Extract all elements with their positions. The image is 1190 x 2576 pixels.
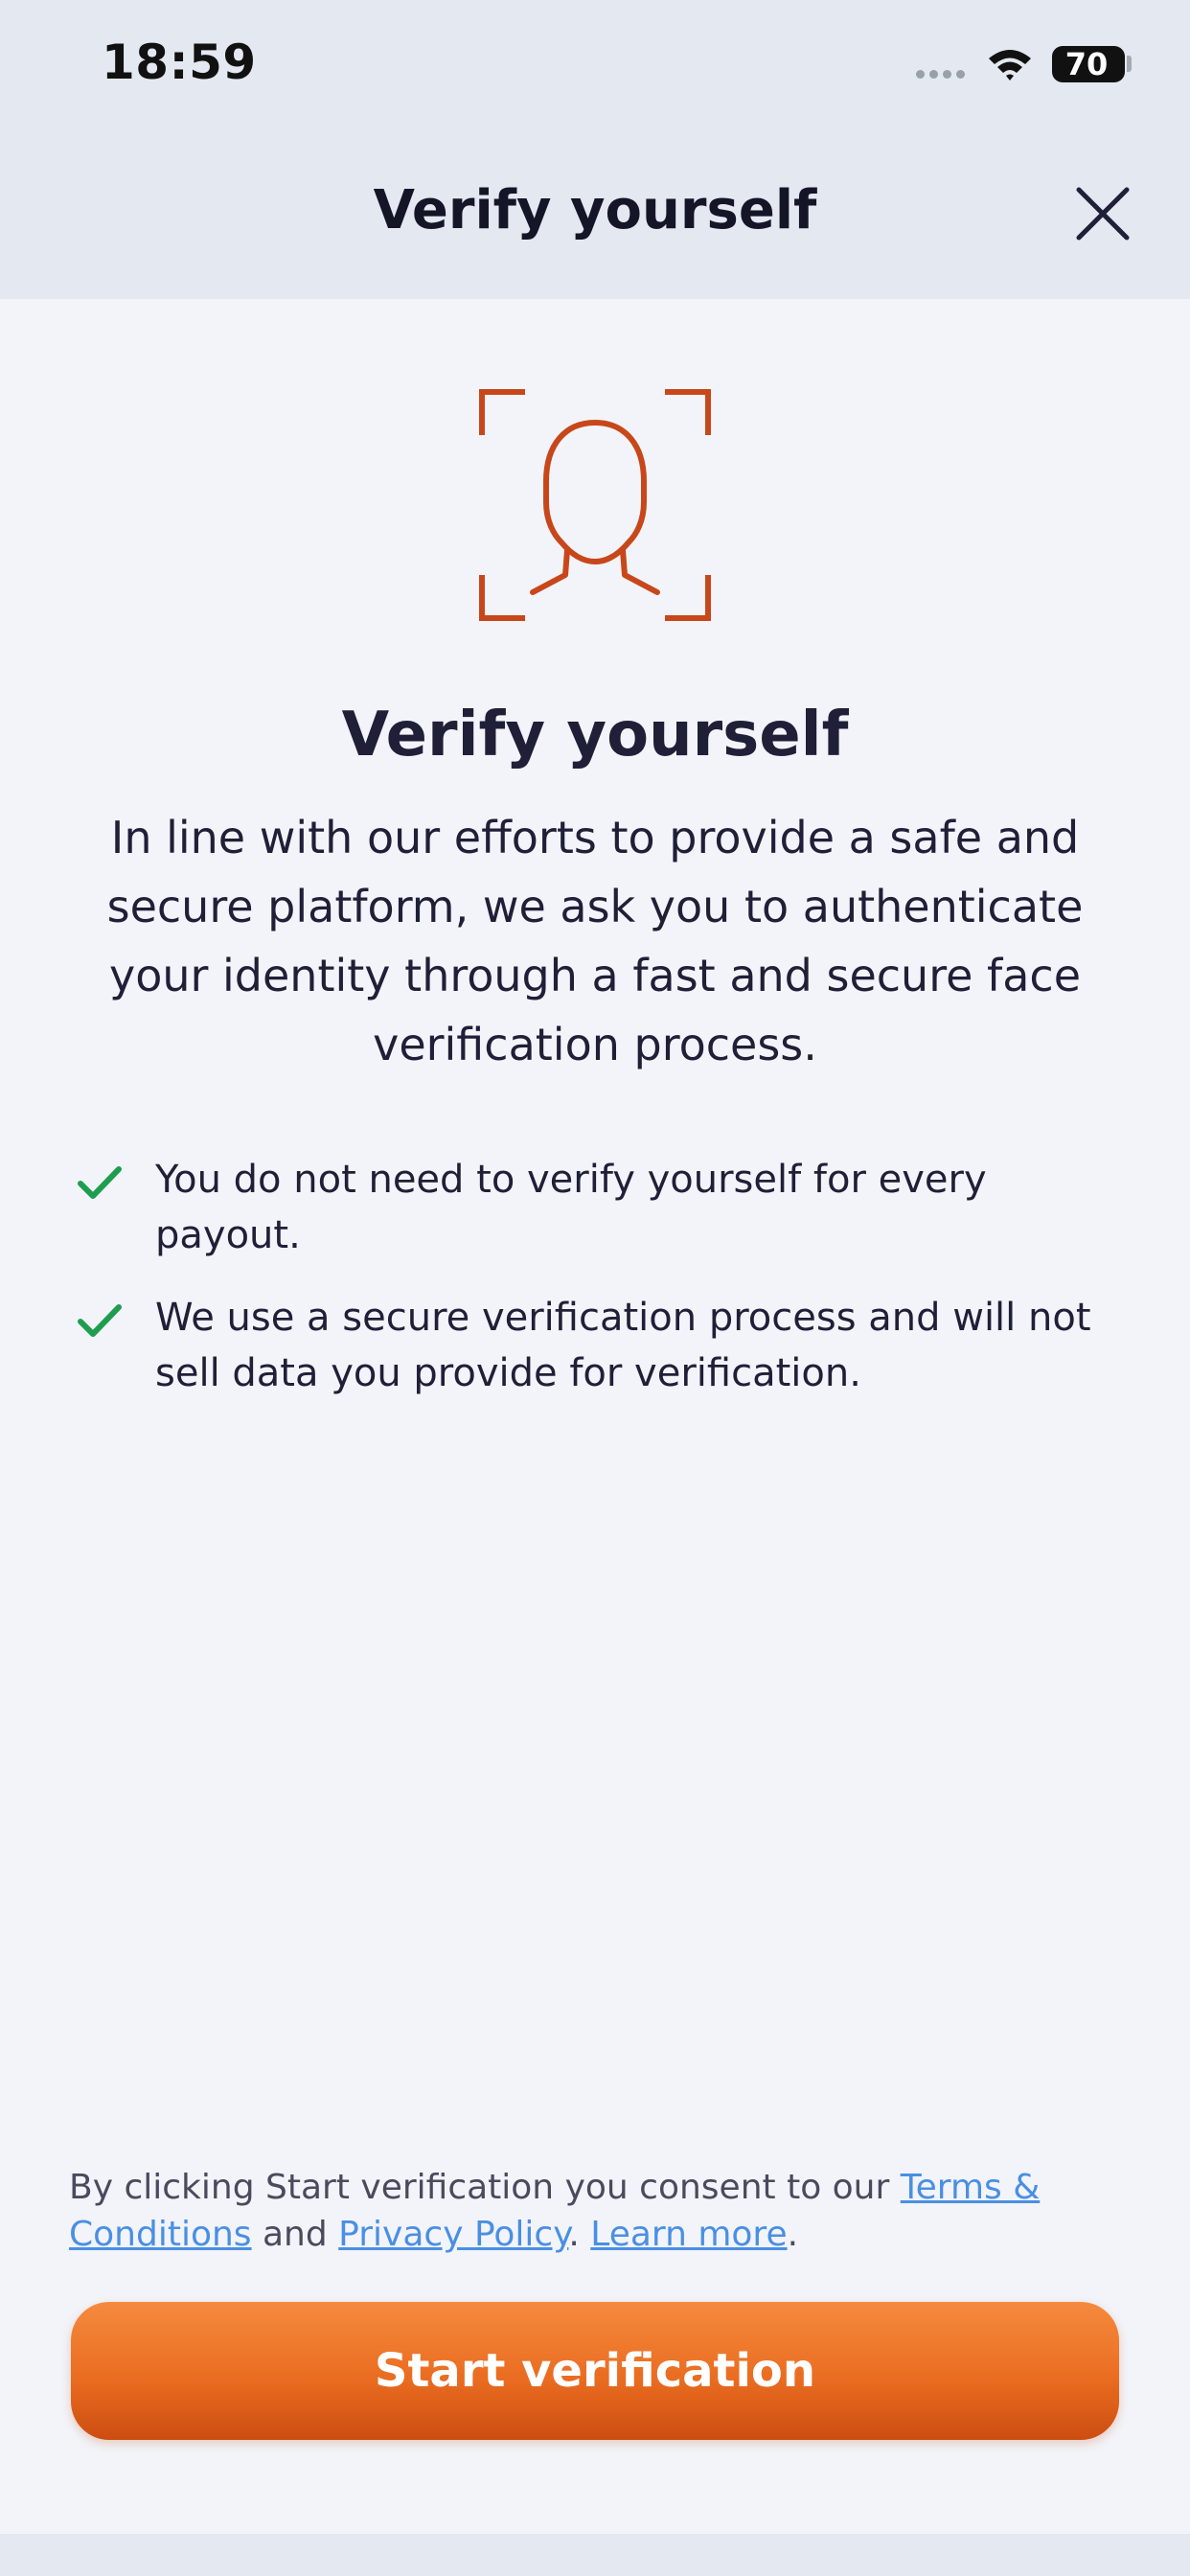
consent-prefix: By clicking Start verification you conse… (69, 2168, 901, 2207)
check-icon (78, 1304, 122, 1337)
list-item-text: You do not need to verify yourself for e… (155, 1158, 987, 1257)
list-item: You do not need to verify yourself for e… (77, 1152, 1121, 1263)
status-bar: 18:59 70 (0, 0, 1190, 134)
wifi-icon (989, 50, 1031, 80)
list-item-text: We use a secure verification process and… (155, 1296, 1091, 1395)
face-scan-icon (479, 389, 711, 621)
battery-icon: 70 (1052, 46, 1125, 82)
consent-and: and (251, 2215, 339, 2254)
bottom-safe-area (0, 2534, 1190, 2576)
consent-separator: . (568, 2215, 591, 2254)
status-time: 18:59 (102, 34, 257, 90)
intro-text: In line with our efforts to provide a sa… (106, 812, 1084, 1070)
close-button[interactable] (1067, 178, 1138, 249)
check-icon (78, 1166, 122, 1199)
benefit-list: You do not need to verify yourself for e… (77, 1152, 1121, 1428)
privacy-policy-link[interactable]: Privacy Policy (338, 2215, 568, 2254)
close-icon (1076, 187, 1130, 241)
learn-more-link[interactable]: Learn more (590, 2215, 787, 2254)
list-item: We use a secure verification process and… (77, 1290, 1121, 1401)
battery-tip (1127, 56, 1132, 72)
cellular-signal-icon (916, 70, 965, 79)
consent-suffix: . (787, 2215, 799, 2254)
start-verification-button[interactable]: Start verification (71, 2302, 1119, 2440)
nav-title: Verify yourself (373, 179, 817, 242)
header: 18:59 70 Verify yourself (0, 0, 1190, 299)
consent-text: By clicking Start verification you conse… (69, 2164, 1123, 2258)
page-heading: Verify yourself (341, 700, 849, 770)
